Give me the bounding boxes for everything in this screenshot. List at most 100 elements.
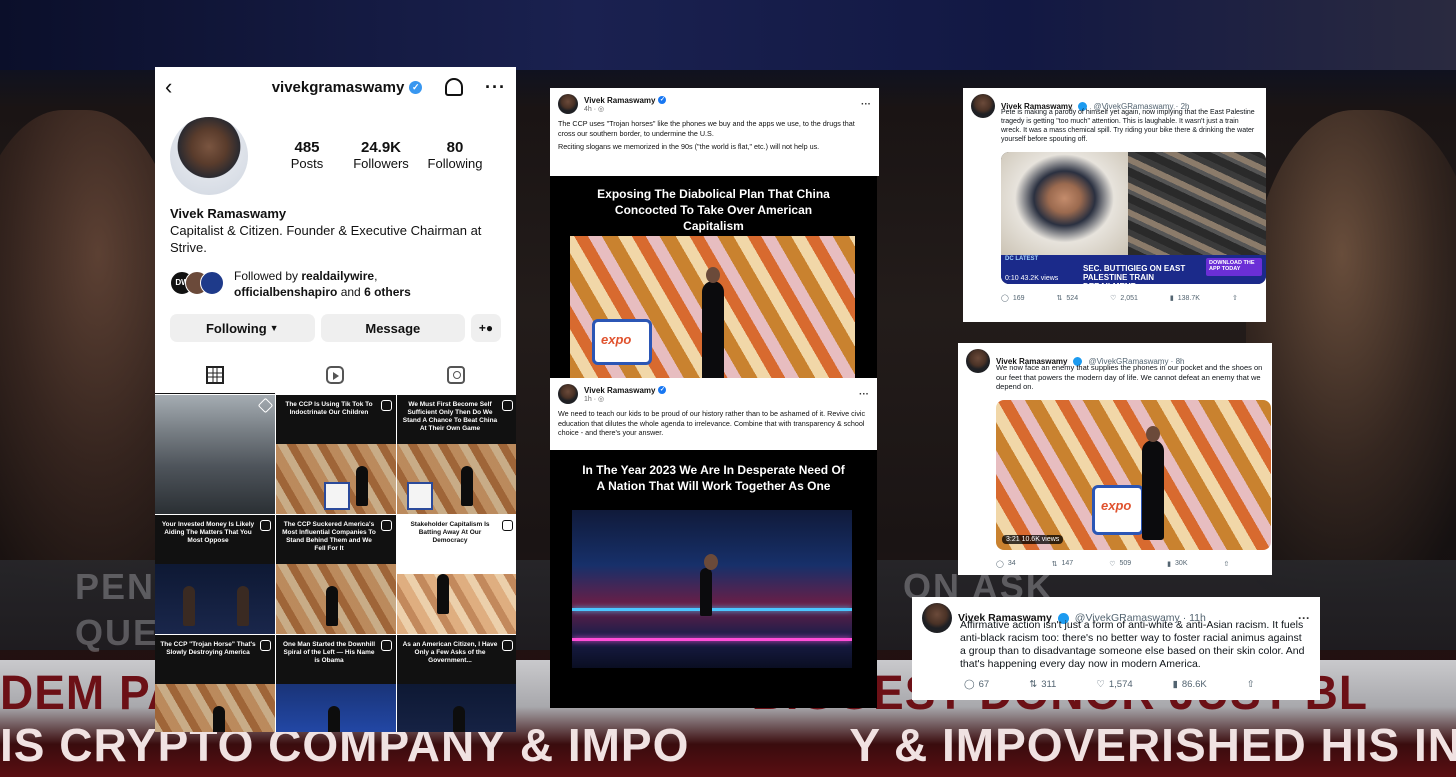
post-title: The CCP Suckered America's Most Influent… <box>282 521 376 552</box>
reel-icon <box>260 640 271 651</box>
more-options-icon[interactable]: ··· <box>485 77 506 98</box>
share-button[interactable]: ⇧ <box>1224 560 1230 568</box>
share-button[interactable]: ⇧ <box>1247 679 1255 690</box>
post-paragraph: Reciting slogans we memorized in the 90s… <box>558 142 820 151</box>
grid-post[interactable]: Stakeholder Capitalism Is Batting Away A… <box>397 515 516 634</box>
grid-post[interactable]: The CCP Is Using Tik Tok To Indoctrinate… <box>276 395 396 514</box>
like-count[interactable]: ♡ 2,051 <box>1110 294 1138 303</box>
like-count[interactable]: ♡ 509 <box>1109 560 1131 568</box>
post-author[interactable]: Vivek Ramaswamy ✓ <box>584 385 667 395</box>
metric-value: 138.7K <box>1177 294 1200 302</box>
post-thumbnail <box>155 395 275 514</box>
stat-followers[interactable]: 24.9K Followers <box>344 139 418 171</box>
share-icon: ⇧ <box>1246 679 1255 690</box>
share-icon: ⇧ <box>1223 560 1230 568</box>
facebook-posts-panel: Vivek Ramaswamy ✓ 4h · ◎ ··· The CCP uses… <box>550 88 879 708</box>
profile-avatar[interactable] <box>170 117 248 195</box>
podium-screen: expo <box>1092 484 1144 535</box>
reply-count[interactable]: ◯ 67 <box>964 679 989 690</box>
avatar[interactable] <box>558 94 578 114</box>
reel-icon <box>260 520 271 531</box>
speaker-figure <box>461 466 473 506</box>
followed-user-link[interactable]: officialbenshapiro <box>234 285 337 299</box>
stat-following[interactable]: 80 Following <box>418 139 492 171</box>
view-count[interactable]: ▮ 86.6K <box>1173 679 1207 690</box>
derailment-frame <box>1128 152 1266 255</box>
grid-post[interactable]: Your Invested Money Is Likely Aiding The… <box>155 515 275 634</box>
avatar[interactable] <box>966 349 990 373</box>
profile-name: Vivek Ramaswamy <box>170 206 287 221</box>
speaker-figure <box>437 574 449 614</box>
heart-icon: ♡ <box>1109 560 1116 568</box>
stage-light <box>572 638 852 641</box>
grid-post[interactable]: The CCP Suckered America's Most Influent… <box>276 515 396 634</box>
video-duration-badge: 3:21 10.6K views <box>1002 534 1064 544</box>
post-author[interactable]: Vivek Ramaswamy ✓ <box>584 96 667 105</box>
video-thumbnail[interactable] <box>572 510 852 668</box>
reply-count[interactable]: ◯ 34 <box>996 560 1016 568</box>
grid-post[interactable]: One Man Started the Downhill Spiral of t… <box>276 635 396 732</box>
grid-post[interactable]: As an American Citizen, I Have Only a Fe… <box>397 635 516 732</box>
view-count[interactable]: ▮ 30K <box>1167 560 1187 568</box>
view-count[interactable]: ▮ 138.7K <box>1170 294 1200 303</box>
avatar[interactable] <box>558 384 578 404</box>
followed-user-link[interactable]: realdailywire <box>301 269 374 283</box>
more-options-icon[interactable]: ··· <box>859 389 869 400</box>
speaker-figure <box>213 706 225 732</box>
expo-logo: expo <box>601 332 632 347</box>
stat-label: Posts <box>290 156 324 171</box>
share-button[interactable]: ⇧ <box>1232 294 1238 302</box>
message-button[interactable]: Message <box>320 314 466 342</box>
notification-bell-icon[interactable] <box>445 78 463 96</box>
video-thumbnail[interactable]: expo <box>570 236 855 381</box>
followed-by-row[interactable]: DW Followed by realdailywire, officialbe… <box>155 256 516 300</box>
header-actions: ··· <box>445 77 506 98</box>
stage-light <box>572 608 852 611</box>
reply-count[interactable]: ◯ 169 <box>1001 294 1025 303</box>
profile-stats: 485 Posts 24.9K Followers 80 Following <box>270 139 492 171</box>
back-arrow-icon[interactable]: ‹ <box>165 74 189 100</box>
tweet-video[interactable]: expo 3:21 10.6K views <box>996 399 1271 550</box>
metric-value: 1,574 <box>1108 679 1133 690</box>
tab-reels[interactable] <box>275 356 395 394</box>
more-options-icon[interactable]: ··· <box>861 99 871 110</box>
stat-label: Following <box>427 156 483 171</box>
author-name: Vivek Ramaswamy <box>584 385 656 395</box>
reel-icon <box>381 640 392 651</box>
retweet-count[interactable]: ⇅ 524 <box>1057 294 1079 303</box>
speaker-figure <box>453 706 465 732</box>
message-button-label: Message <box>365 320 421 336</box>
avatar[interactable] <box>922 603 952 633</box>
grid-post[interactable] <box>155 395 275 514</box>
podium <box>324 482 350 510</box>
metric-value: 311 <box>1041 679 1057 690</box>
speaker-figure <box>237 586 249 626</box>
avatar[interactable] <box>971 94 995 118</box>
retweet-count[interactable]: ⇅ 311 <box>1029 679 1056 690</box>
metric-value: 169 <box>1012 294 1025 302</box>
following-button[interactable]: Following ▼ <box>170 314 315 342</box>
mutual-avatars: DW <box>170 271 226 297</box>
post-body: The CCP uses "Trojan horses" like the ph… <box>558 119 871 152</box>
reel-icon <box>502 520 513 531</box>
grid-post[interactable]: We Must First Become Self Sufficient Onl… <box>397 395 516 514</box>
followed-others-link[interactable]: 6 others <box>364 285 411 299</box>
grid-post[interactable]: The CCP "Trojan Horse" That's Slowly Des… <box>155 635 275 732</box>
post-title: The CCP "Trojan Horse" That's Slowly Des… <box>160 641 256 656</box>
stat-posts[interactable]: 485 Posts <box>270 139 344 171</box>
tweet-video[interactable]: DC LATEST SEC. BUTTIGIEG ON EAST PALESTI… <box>1001 152 1266 284</box>
post-title: Your Invested Money Is Likely Aiding The… <box>161 521 255 544</box>
add-user-button[interactable]: +● <box>471 314 501 342</box>
metric-value: 86.6K <box>1181 679 1207 690</box>
speaker-figure <box>700 554 718 616</box>
followed-and: and <box>337 285 365 299</box>
retweet-count[interactable]: ⇅ 147 <box>1052 560 1074 568</box>
reel-icon <box>381 520 392 531</box>
like-count[interactable]: ♡ 1,574 <box>1096 679 1132 690</box>
tab-tagged[interactable] <box>396 356 516 394</box>
globe-icon: ◎ <box>598 105 605 113</box>
tweet-text: Affirmative action isn't just a form of … <box>960 619 1305 670</box>
post-title: We Must First Become Self Sufficient Onl… <box>402 401 498 432</box>
speaker-figure <box>356 466 368 506</box>
tab-posts-grid[interactable] <box>155 356 276 394</box>
